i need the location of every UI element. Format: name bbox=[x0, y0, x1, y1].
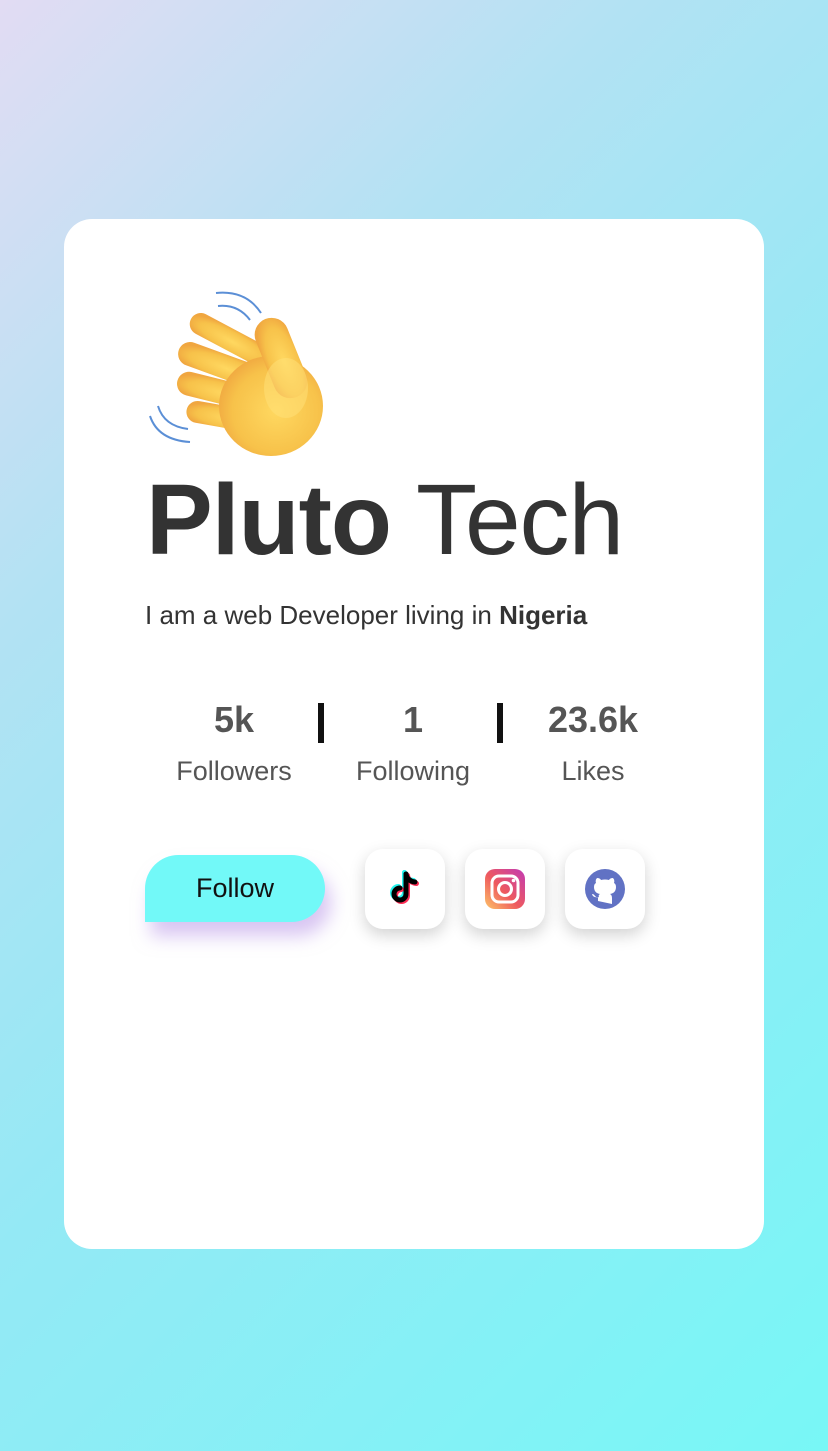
bio-text: I am a web Developer living in bbox=[145, 600, 500, 630]
waving-hand-icon bbox=[149, 291, 323, 456]
stat-following: 1 Following bbox=[323, 699, 503, 787]
stat-label: Followers bbox=[176, 756, 292, 786]
github-button[interactable] bbox=[565, 849, 645, 929]
stat-label: Likes bbox=[561, 756, 625, 786]
name-second: Tech bbox=[415, 464, 624, 576]
follow-button[interactable]: Follow bbox=[145, 855, 325, 922]
profile-name: Pluto Tech bbox=[146, 470, 624, 570]
stat-value: 5k bbox=[213, 699, 255, 740]
instagram-icon bbox=[485, 869, 525, 909]
instagram-button[interactable] bbox=[465, 849, 545, 929]
stat-likes: 23.6k Likes bbox=[503, 699, 683, 787]
github-icon bbox=[585, 869, 625, 909]
stat-label: Following bbox=[355, 756, 471, 786]
stat-value: 23.6k bbox=[547, 699, 639, 740]
tiktok-button[interactable] bbox=[365, 849, 445, 929]
profile-bio: I am a web Developer living in Nigeria bbox=[145, 600, 587, 630]
tiktok-icon bbox=[390, 870, 419, 904]
stat-value: 1 bbox=[402, 699, 424, 740]
name-first: Pluto bbox=[146, 464, 392, 576]
stat-followers: 5k Followers bbox=[144, 699, 324, 787]
bio-location: Nigeria bbox=[499, 600, 588, 630]
